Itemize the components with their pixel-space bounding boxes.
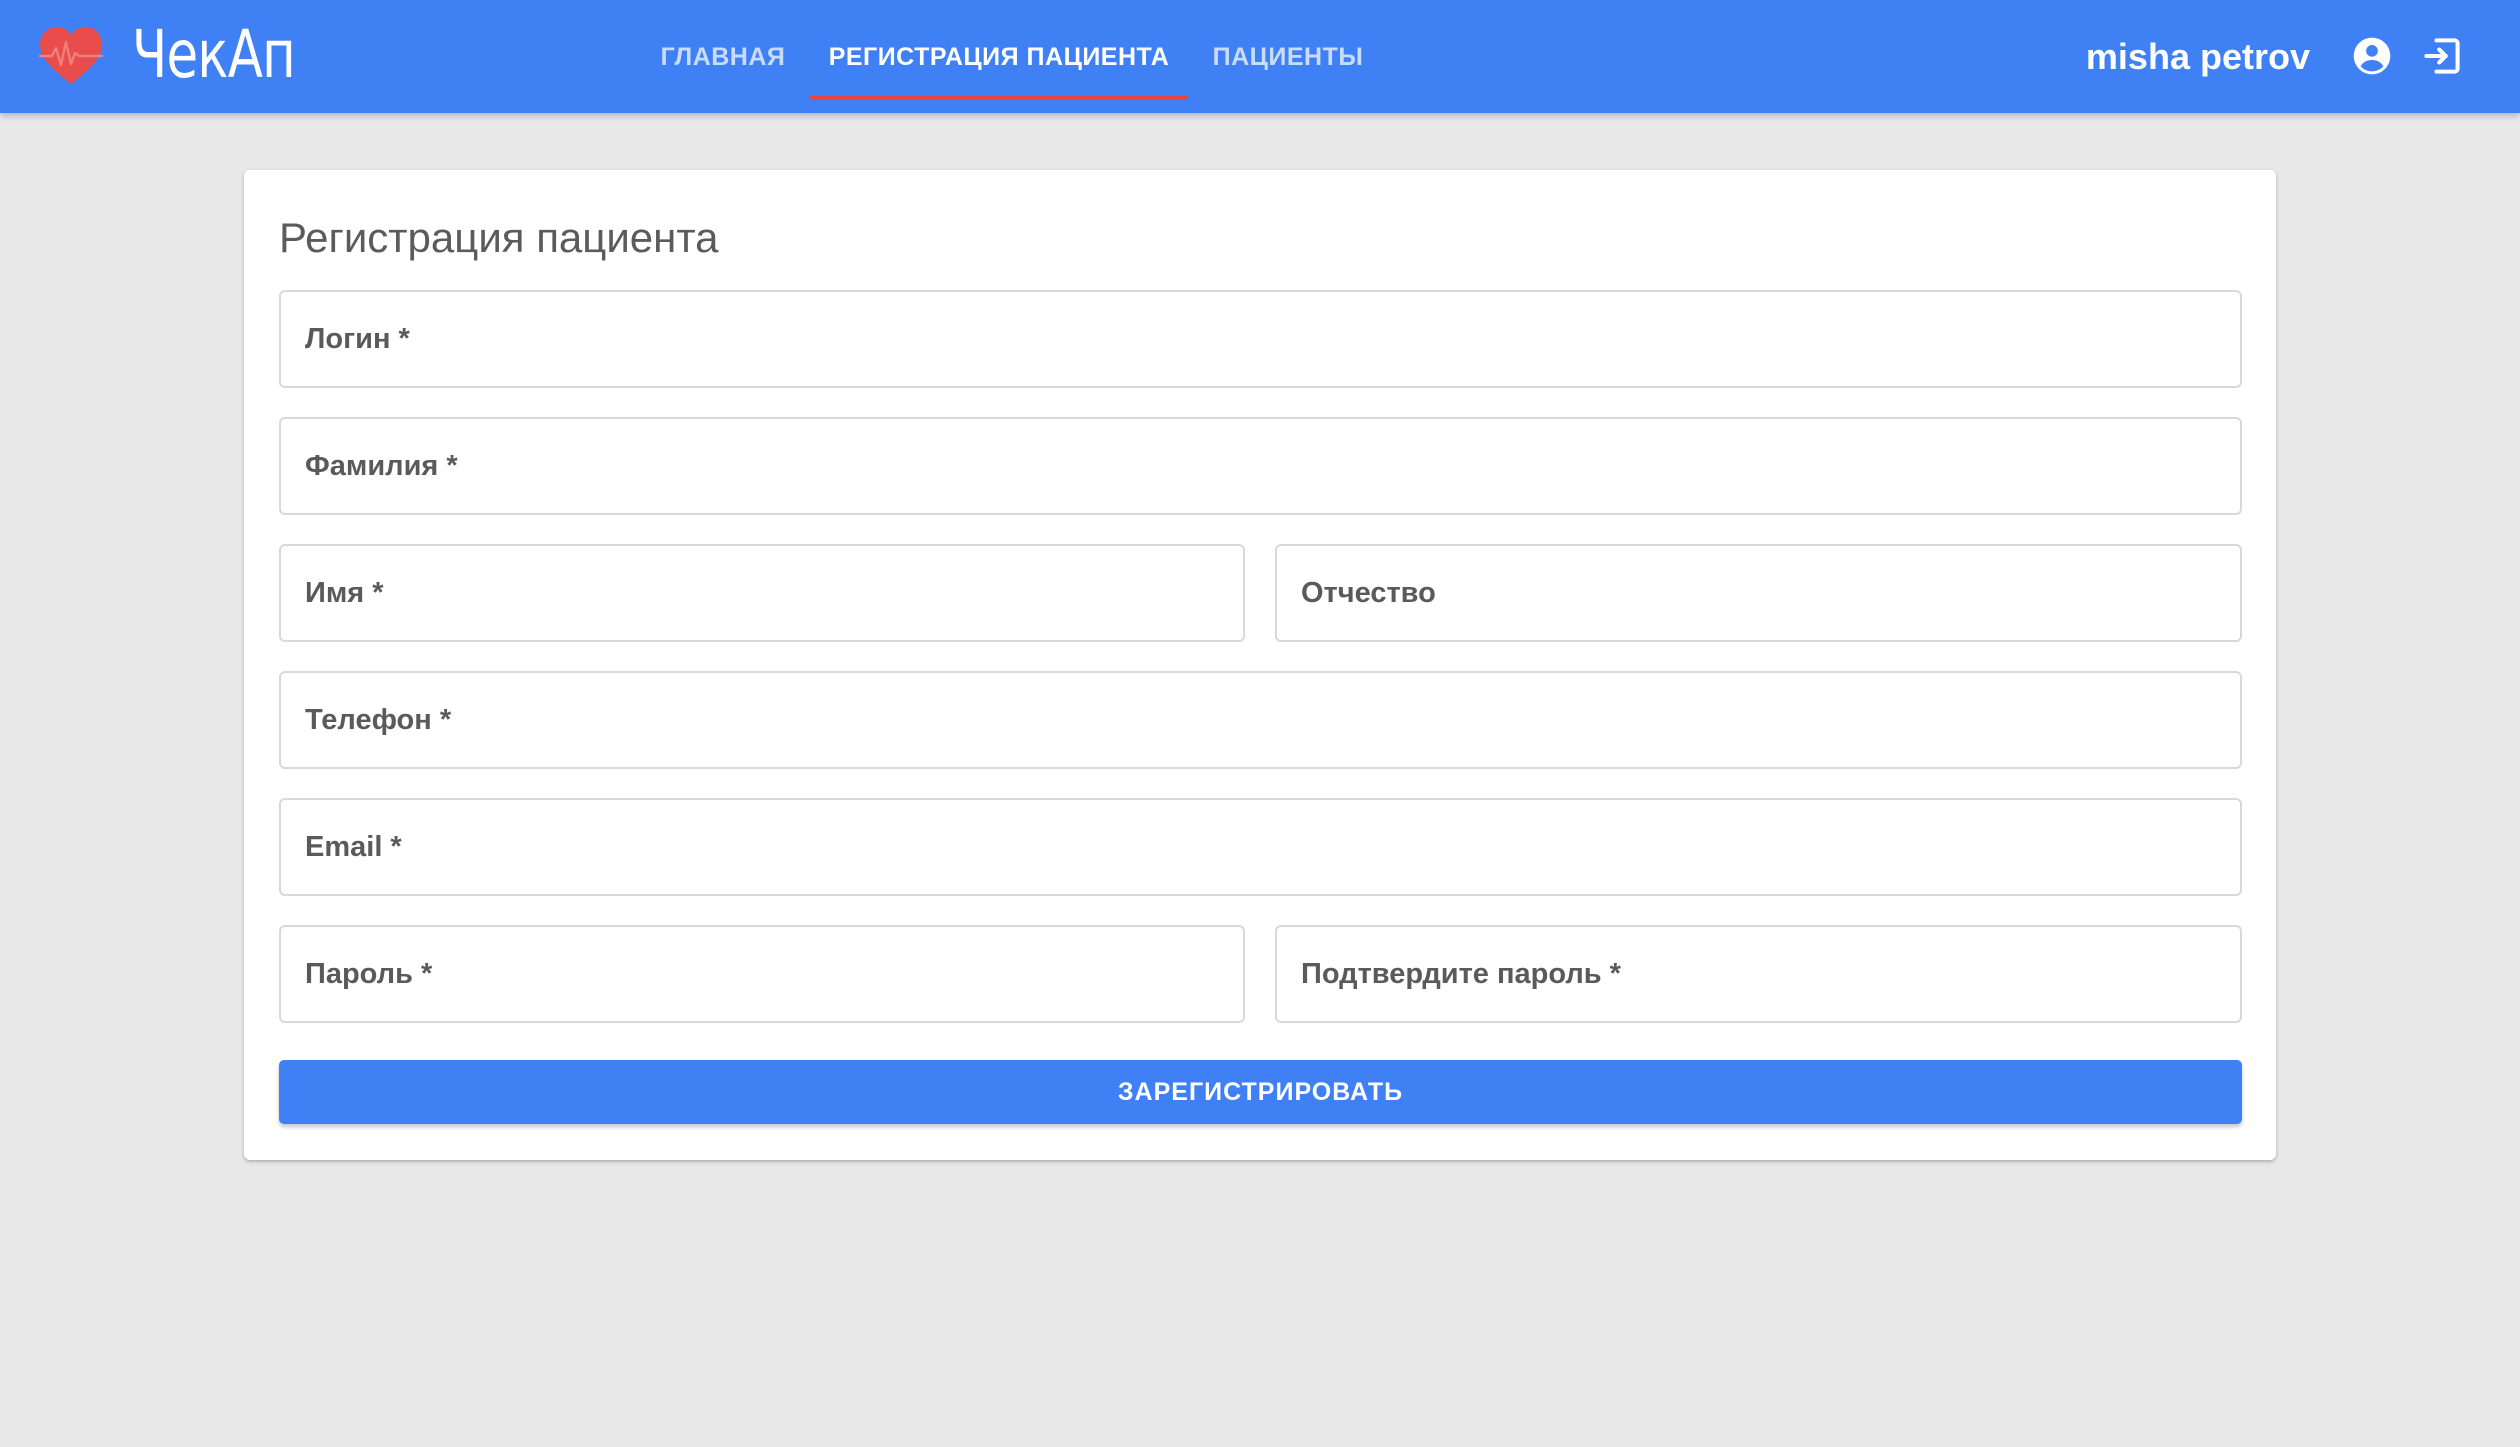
email-field-container (279, 798, 2242, 896)
login-field-container (279, 290, 2242, 388)
page-title: Регистрация пациента (279, 214, 719, 261)
first-name-input[interactable] (281, 546, 1243, 640)
register-button[interactable]: ЗАРЕГИСТРИРОВАТЬ (279, 1060, 2242, 1124)
tab-home[interactable]: ГЛАВНАЯ (648, 0, 798, 100)
patronymic-field-container (1275, 544, 2242, 642)
current-username: misha petrov (2085, 36, 2310, 77)
phone-field-container (279, 671, 2242, 769)
login-input[interactable] (281, 292, 2240, 386)
app-logo-text[interactable]: ЧекАп (132, 18, 296, 92)
password-confirm-field-container (1275, 925, 2242, 1023)
tab-patient-registration[interactable]: РЕГИСТРАЦИЯ ПАЦИЕНТА (810, 0, 1188, 100)
phone-input[interactable] (281, 673, 2240, 767)
heart-pulse-icon[interactable] (38, 26, 104, 86)
email-input[interactable] (281, 800, 2240, 894)
tab-patients[interactable]: ПАЦИЕНТЫ (1198, 0, 1378, 100)
password-confirm-input[interactable] (1277, 927, 2240, 1021)
last-name-field-container (279, 417, 2242, 515)
last-name-input[interactable] (281, 419, 2240, 513)
account-circle-icon[interactable] (2350, 34, 2394, 78)
logout-icon[interactable] (2420, 34, 2464, 78)
registration-card: Регистрация пациента ЗАРЕГИСТРИРОВАТЬ (244, 170, 2276, 1160)
password-input[interactable] (281, 927, 1243, 1021)
first-name-field-container (279, 544, 1245, 642)
password-field-container (279, 925, 1245, 1023)
app-bar: ЧекАп ГЛАВНАЯ РЕГИСТРАЦИЯ ПАЦИЕНТА ПАЦИЕ… (0, 0, 2520, 113)
patronymic-input[interactable] (1277, 546, 2240, 640)
